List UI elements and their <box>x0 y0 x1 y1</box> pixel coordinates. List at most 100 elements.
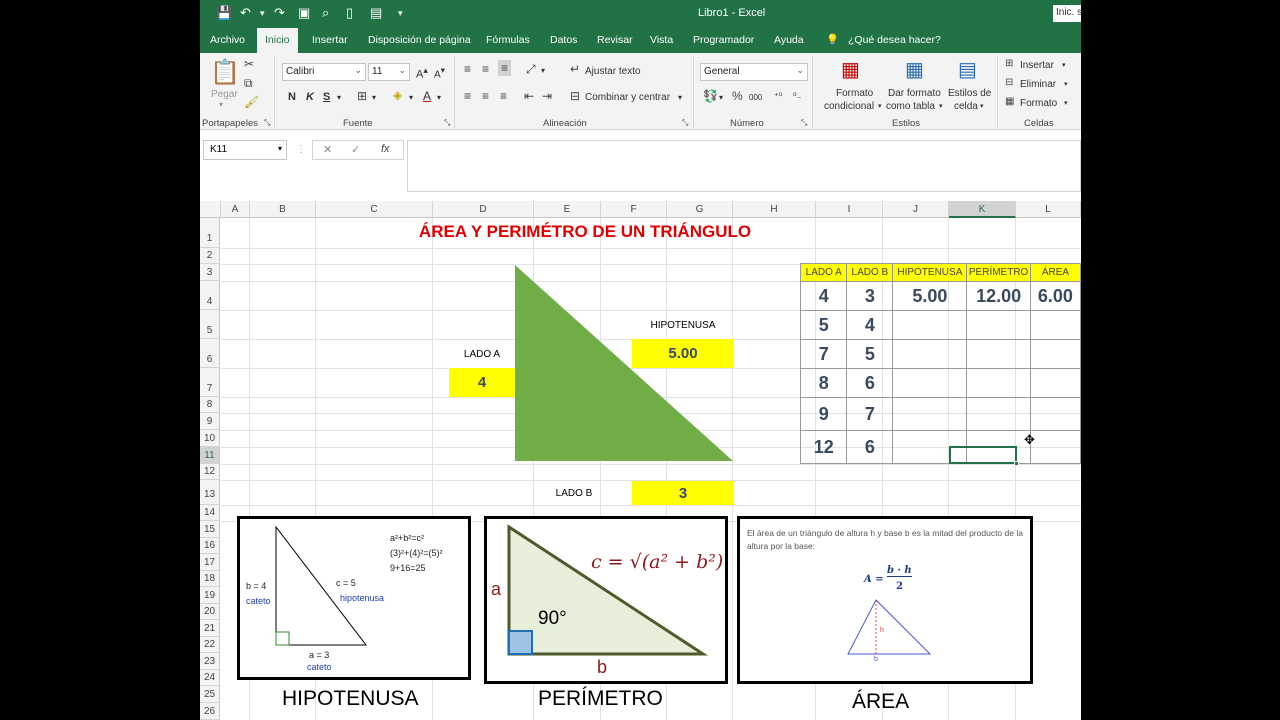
table-format-dropdown-icon[interactable]: ▾ <box>939 102 943 110</box>
row-header[interactable]: 3 <box>200 264 220 281</box>
row-header[interactable]: 2 <box>200 248 220 264</box>
form-icon[interactable]: ▤ <box>370 5 382 21</box>
merge-icon[interactable]: ⊟ <box>570 89 580 103</box>
row-header[interactable]: 1 <box>200 218 220 248</box>
align-center-icon[interactable]: ≡ <box>482 89 489 103</box>
accounting-format-icon[interactable]: 💱 <box>703 89 718 103</box>
conditional-format-icon[interactable]: ▦ <box>841 57 860 82</box>
document-icon[interactable]: ▯ <box>346 5 353 21</box>
table-header[interactable]: PERÍMETRO <box>966 263 1031 282</box>
insert-dropdown-icon[interactable]: ▾ <box>1062 61 1066 69</box>
redo-icon[interactable]: ↷ <box>274 5 285 21</box>
table-header[interactable]: ÁREA <box>1029 263 1081 282</box>
table-cell[interactable] <box>966 310 1031 340</box>
wrap-text-button[interactable]: Ajustar texto <box>585 66 641 77</box>
row-header[interactable]: 13 <box>200 480 220 505</box>
tab-formulas[interactable]: Fórmulas <box>486 28 530 53</box>
perimetro-image[interactable]: c = √(a² + b²) a b 90° <box>484 516 728 684</box>
italic-button[interactable]: K <box>306 91 314 103</box>
table-cell[interactable] <box>1029 339 1081 369</box>
accounting-dropdown-icon[interactable]: ▾ <box>719 93 723 102</box>
col-header-b[interactable]: B <box>250 201 316 218</box>
hipotenusa-image[interactable]: a²+b²=c² (3)²+(4)²=(5)² 9+16=25 b = 4 ca… <box>237 516 471 680</box>
table-cell[interactable]: 6 <box>846 368 894 398</box>
format-dropdown-icon[interactable]: ▾ <box>1064 99 1068 107</box>
row-header[interactable]: 22 <box>200 637 220 653</box>
hipotenusa-value[interactable]: 5.00 <box>632 339 734 368</box>
tab-disposicion[interactable]: Disposición de página <box>368 28 471 53</box>
cond-format-label-2[interactable]: condicional <box>824 101 874 112</box>
dialog-launcher-icon[interactable]: ⤡ <box>444 118 450 128</box>
tell-me-search[interactable]: ¿Qué desea hacer? <box>848 28 941 53</box>
dialog-launcher-icon[interactable]: ⤡ <box>682 118 688 128</box>
row-header[interactable]: 23 <box>200 653 220 670</box>
number-format-select[interactable]: General ⌄ <box>700 63 808 81</box>
tab-insertar[interactable]: Insertar <box>312 28 348 53</box>
align-middle-icon[interactable]: ≡ <box>482 62 489 76</box>
paste-icon[interactable]: 📋 <box>210 58 240 87</box>
customize-qat-icon[interactable]: ▾ <box>398 8 403 19</box>
row-header[interactable]: 5 <box>200 310 220 339</box>
row-header[interactable]: 11 <box>200 447 220 464</box>
row-header[interactable]: 10 <box>200 430 220 447</box>
table-format-label-2[interactable]: como tabla <box>886 101 935 112</box>
cell-styles-label-1[interactable]: Estilos de <box>948 88 991 99</box>
font-color-icon[interactable]: A <box>423 89 431 103</box>
tab-datos[interactable]: Datos <box>550 28 577 53</box>
table-cell[interactable] <box>1029 397 1081 431</box>
insert-cells-icon[interactable]: ⊞ <box>1005 58 1013 69</box>
undo-icon[interactable]: ↶ <box>240 5 251 21</box>
table-header[interactable]: LADO A <box>799 263 848 282</box>
table-cell[interactable]: 9 <box>799 397 848 431</box>
table-cell[interactable] <box>1029 368 1081 398</box>
wrap-text-icon[interactable]: ↵ <box>570 62 580 76</box>
grow-font-button[interactable]: A▴ <box>416 65 428 81</box>
format-as-table-icon[interactable]: ▦ <box>905 57 924 82</box>
paste-dropdown-icon[interactable]: ▾ <box>219 100 223 109</box>
row-header[interactable]: 17 <box>200 554 220 571</box>
decrease-indent-icon[interactable]: ⇤ <box>524 89 534 103</box>
row-header[interactable]: 12 <box>200 464 220 480</box>
col-header-j[interactable]: J <box>883 201 949 218</box>
align-bottom-icon[interactable]: ≡ <box>498 60 512 76</box>
cond-format-label-1[interactable]: Formato <box>836 88 873 99</box>
table-cell[interactable]: 7 <box>799 339 848 369</box>
table-format-label-1[interactable]: Dar formato <box>888 88 941 99</box>
row-header[interactable]: 21 <box>200 620 220 637</box>
row-header[interactable]: 8 <box>200 397 220 413</box>
sheet-title[interactable]: ÁREA Y PERIMÉTRO DE UN TRIÁNGULO <box>400 222 770 242</box>
name-box[interactable]: K11 ▾ <box>203 140 287 160</box>
camera-icon[interactable]: ▣ <box>298 5 310 21</box>
table-cell[interactable] <box>892 339 968 369</box>
format-cells-button[interactable]: Formato <box>1020 98 1057 109</box>
underline-button[interactable]: S <box>323 91 330 103</box>
col-header-d[interactable]: D <box>433 201 534 218</box>
fill-dropdown-icon[interactable]: ▾ <box>409 93 413 102</box>
table-cell[interactable] <box>1029 310 1081 340</box>
insert-function-icon[interactable]: fx <box>381 143 390 155</box>
col-header-i[interactable]: I <box>816 201 883 218</box>
save-icon[interactable]: 💾 <box>216 5 232 21</box>
row-header[interactable]: 20 <box>200 604 220 620</box>
tab-vista[interactable]: Vista <box>650 28 673 53</box>
col-header-l[interactable]: L <box>1016 201 1081 218</box>
table-cell[interactable]: 7 <box>846 397 894 431</box>
select-all-corner[interactable] <box>200 201 221 218</box>
table-cell[interactable]: 4 <box>799 281 848 311</box>
orientation-dropdown-icon[interactable]: ▾ <box>541 66 545 75</box>
borders-icon[interactable]: ⊞ <box>357 89 367 103</box>
bold-button[interactable]: N <box>288 91 296 103</box>
format-cells-icon[interactable]: ▦ <box>1005 96 1014 107</box>
hipotenusa-label[interactable]: HIPOTENUSA <box>632 311 734 339</box>
tab-archivo[interactable]: Archivo <box>210 28 245 53</box>
increase-indent-icon[interactable]: ⇥ <box>542 89 552 103</box>
table-cell[interactable]: 6.00 <box>1029 281 1081 311</box>
dialog-launcher-icon[interactable]: ⤡ <box>801 118 807 128</box>
col-header-f[interactable]: F <box>601 201 667 218</box>
dialog-launcher-icon[interactable]: ⤡ <box>264 118 270 128</box>
row-header[interactable]: 4 <box>200 281 220 310</box>
merge-center-button[interactable]: Combinar y centrar <box>585 92 670 103</box>
copy-icon[interactable]: ⧉ <box>244 76 253 91</box>
format-painter-icon[interactable]: 🖌 <box>244 95 259 109</box>
undo-dropdown-icon[interactable]: ▾ <box>260 8 265 19</box>
